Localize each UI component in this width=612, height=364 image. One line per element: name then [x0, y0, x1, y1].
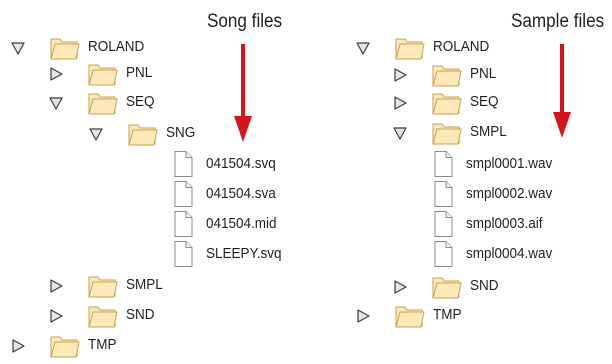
folder-icon: [48, 33, 80, 61]
song-files-panel: Song files ROLAND PNL SEQ SNG 041504.svq 0415…: [0, 0, 310, 359]
file-icon: [432, 210, 454, 238]
song-arrow-icon: [234, 44, 252, 142]
folder-icon: [430, 60, 462, 88]
tree-item-label: SNG: [166, 124, 196, 141]
folder-icon: [393, 301, 425, 329]
file-icon: [432, 180, 454, 208]
folder-icon: [430, 118, 462, 146]
folder-icon: [48, 331, 80, 359]
tree-item-label: smpl0001.wav: [466, 155, 553, 172]
folder-icon: [86, 88, 118, 116]
folder-icon: [86, 271, 118, 299]
triangle-right-icon[interactable]: [48, 308, 64, 324]
tree-item-label: SEQ: [126, 93, 155, 110]
folder-icon: [393, 33, 425, 61]
tree-item-label: SEQ: [470, 93, 499, 110]
sample-files-heading: Sample files: [511, 11, 605, 32]
song-files-heading: Song files: [207, 11, 283, 32]
folder-icon: [86, 59, 118, 87]
tree-item-label: 041504.sva: [206, 185, 276, 202]
triangle-right-icon[interactable]: [10, 338, 26, 354]
file-icon: [172, 210, 194, 238]
file-icon: [432, 150, 454, 178]
tree-item-label: ROLAND: [88, 38, 145, 55]
triangle-down-icon[interactable]: [355, 40, 371, 56]
folder-icon: [86, 301, 118, 329]
triangle-right-icon[interactable]: [48, 66, 64, 82]
tree-item-label: SMPL: [126, 276, 163, 293]
folder-icon: [430, 88, 462, 116]
triangle-down-icon[interactable]: [10, 40, 26, 56]
triangle-right-icon[interactable]: [355, 308, 371, 324]
file-icon: [172, 180, 194, 208]
tree-item-label: smpl0003.aif: [466, 215, 543, 232]
triangle-right-icon[interactable]: [392, 95, 408, 111]
tree-item-label: SND: [126, 306, 155, 323]
triangle-down-icon[interactable]: [392, 125, 408, 141]
tree-item-label: PNL: [126, 64, 153, 81]
tree-item-label: TMP: [88, 336, 117, 353]
folder-icon: [430, 272, 462, 300]
file-icon: [172, 150, 194, 178]
tree-item-label: smpl0004.wav: [466, 245, 553, 262]
tree-item-label: 041504.mid: [206, 215, 277, 232]
sample-arrow-icon: [553, 44, 571, 138]
triangle-right-icon[interactable]: [392, 279, 408, 295]
tree-item-label: SND: [470, 277, 499, 294]
triangle-right-icon[interactable]: [48, 278, 64, 294]
folder-icon: [126, 119, 158, 147]
tree-item-label: SMPL: [470, 123, 507, 140]
tree-item-label: ROLAND: [433, 38, 490, 55]
tree-item-label: smpl0002.wav: [466, 185, 553, 202]
tree-item-label: PNL: [470, 65, 497, 82]
triangle-down-icon[interactable]: [48, 95, 64, 111]
tree-item-label: SLEEPY.svq: [206, 245, 282, 262]
triangle-right-icon[interactable]: [392, 67, 408, 83]
tree-item-label: 041504.svq: [206, 155, 276, 172]
sample-files-panel: Sample files ROLAND PNL SEQ SMPL smpl0001.wa…: [340, 0, 612, 357]
file-icon: [432, 240, 454, 268]
tree-item-label: TMP: [433, 306, 462, 323]
triangle-down-icon[interactable]: [88, 126, 104, 142]
file-icon: [172, 240, 194, 268]
